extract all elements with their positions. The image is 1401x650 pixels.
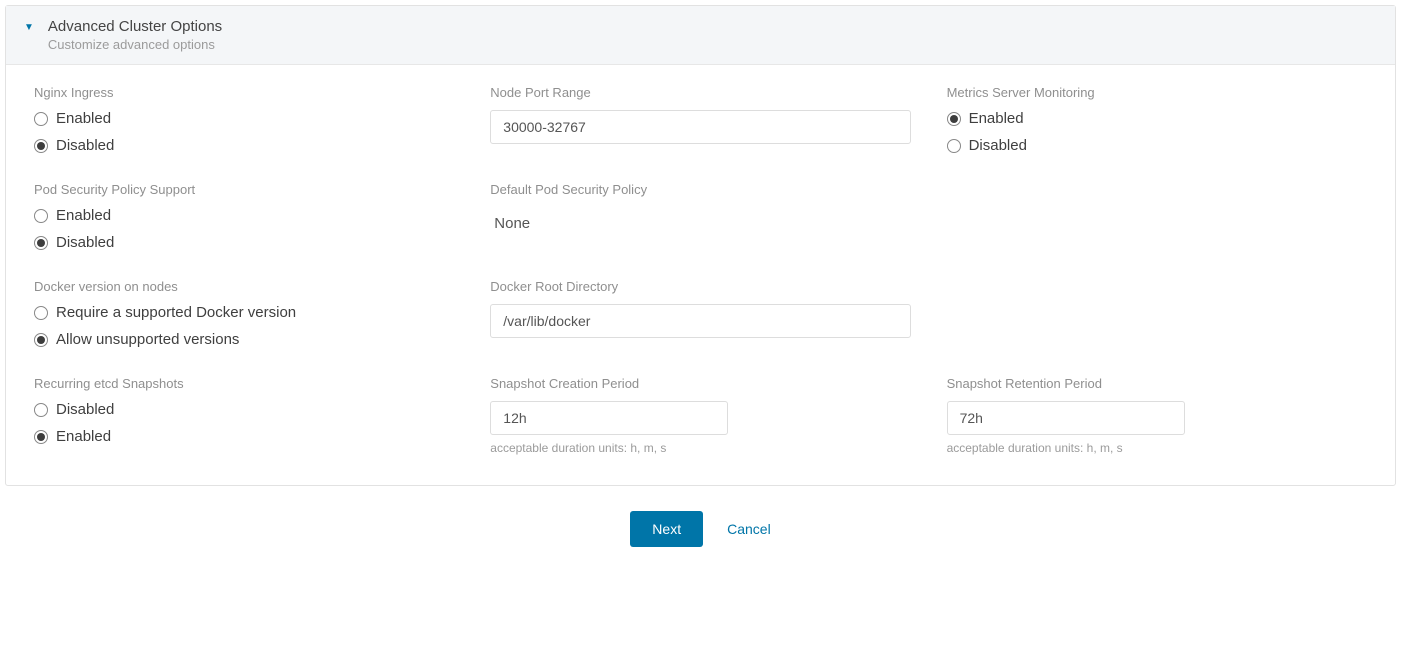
snapshot-creation-input[interactable]	[490, 401, 728, 435]
snapshot-retention-help: acceptable duration units: h, m, s	[947, 441, 1367, 455]
radio-icon	[947, 139, 961, 153]
radio-icon	[34, 236, 48, 250]
default-pod-security-value: None	[490, 207, 910, 240]
radio-icon	[34, 139, 48, 153]
docker-root-dir-label: Docker Root Directory	[490, 279, 910, 294]
radio-icon	[34, 333, 48, 347]
radio-icon	[34, 112, 48, 126]
metrics-server-label: Metrics Server Monitoring	[947, 85, 1367, 100]
next-button[interactable]: Next	[630, 511, 703, 547]
default-pod-security-label: Default Pod Security Policy	[490, 182, 910, 197]
radio-label: Disabled	[969, 137, 1027, 154]
panel-body: Nginx Ingress Enabled Disabled Node Port…	[6, 65, 1395, 485]
radio-label: Enabled	[969, 110, 1024, 127]
radio-icon	[34, 306, 48, 320]
collapse-toggle-icon[interactable]: ▼	[24, 22, 34, 33]
radio-icon	[34, 430, 48, 444]
snapshot-creation-help: acceptable duration units: h, m, s	[490, 441, 910, 455]
form-footer: Next Cancel	[0, 491, 1401, 562]
pod-security-disabled-radio[interactable]: Disabled	[34, 234, 454, 251]
panel-title: Advanced Cluster Options	[48, 18, 222, 35]
pod-security-support-label: Pod Security Policy Support	[34, 182, 454, 197]
metrics-disabled-radio[interactable]: Disabled	[947, 137, 1367, 154]
node-port-range-label: Node Port Range	[490, 85, 910, 100]
radio-label: Enabled	[56, 207, 111, 224]
nginx-ingress-enabled-radio[interactable]: Enabled	[34, 110, 454, 127]
docker-version-label: Docker version on nodes	[34, 279, 454, 294]
docker-root-dir-input[interactable]	[490, 304, 910, 338]
docker-require-radio[interactable]: Require a supported Docker version	[34, 304, 454, 321]
cancel-button[interactable]: Cancel	[727, 521, 771, 537]
radio-icon	[947, 112, 961, 126]
radio-label: Disabled	[56, 137, 114, 154]
radio-label: Enabled	[56, 110, 111, 127]
etcd-enabled-radio[interactable]: Enabled	[34, 428, 454, 445]
radio-icon	[34, 209, 48, 223]
pod-security-enabled-radio[interactable]: Enabled	[34, 207, 454, 224]
advanced-cluster-options-panel: ▼ Advanced Cluster Options Customize adv…	[5, 5, 1396, 486]
radio-label: Disabled	[56, 401, 114, 418]
radio-label: Disabled	[56, 234, 114, 251]
snapshot-retention-label: Snapshot Retention Period	[947, 376, 1367, 391]
radio-icon	[34, 403, 48, 417]
etcd-disabled-radio[interactable]: Disabled	[34, 401, 454, 418]
metrics-enabled-radio[interactable]: Enabled	[947, 110, 1367, 127]
snapshot-retention-input[interactable]	[947, 401, 1185, 435]
nginx-ingress-disabled-radio[interactable]: Disabled	[34, 137, 454, 154]
radio-label: Allow unsupported versions	[56, 331, 239, 348]
docker-allow-radio[interactable]: Allow unsupported versions	[34, 331, 454, 348]
radio-label: Enabled	[56, 428, 111, 445]
snapshot-creation-label: Snapshot Creation Period	[490, 376, 910, 391]
radio-label: Require a supported Docker version	[56, 304, 296, 321]
panel-header: ▼ Advanced Cluster Options Customize adv…	[6, 6, 1395, 65]
node-port-range-input[interactable]	[490, 110, 910, 144]
etcd-snapshots-label: Recurring etcd Snapshots	[34, 376, 454, 391]
panel-subtitle: Customize advanced options	[48, 37, 222, 52]
nginx-ingress-label: Nginx Ingress	[34, 85, 454, 100]
